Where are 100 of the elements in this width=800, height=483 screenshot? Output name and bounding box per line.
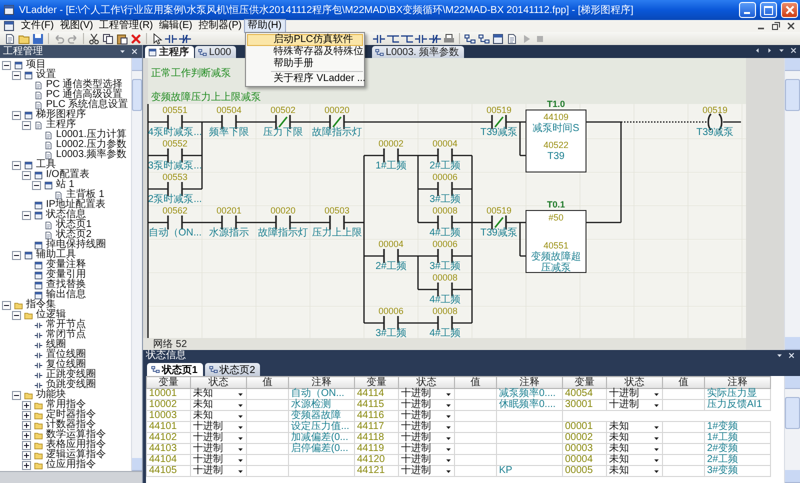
status-dropdown[interactable]: 未知 bbox=[607, 422, 662, 432]
status-dropdown[interactable]: 未知 bbox=[607, 466, 662, 476]
tree-item[interactable]: PC 通信高级设置 bbox=[46, 90, 123, 100]
status-dropdown[interactable]: 未知 bbox=[607, 433, 662, 443]
tree-item[interactable]: 变量引用 bbox=[46, 270, 86, 280]
tree-item[interactable]: 工具 bbox=[36, 160, 56, 170]
tree-item[interactable]: 定时器指令 bbox=[46, 410, 96, 420]
status-dropdown[interactable]: 十进制 bbox=[399, 411, 454, 421]
tree-item[interactable]: 计数器指令 bbox=[46, 420, 96, 430]
close-button[interactable] bbox=[785, 20, 797, 32]
status-dropdown[interactable]: 十进制 bbox=[191, 422, 246, 432]
restore-button[interactable] bbox=[770, 20, 782, 32]
function-block[interactable] bbox=[526, 210, 586, 273]
close-icon[interactable] bbox=[130, 47, 139, 56]
expand-toggle[interactable] bbox=[22, 430, 31, 440]
tree-item[interactable]: 常闭节点 bbox=[46, 330, 86, 340]
status-dropdown[interactable]: 十进制 bbox=[399, 466, 454, 476]
status-dropdown[interactable]: 未知 bbox=[607, 455, 662, 465]
status-dropdown[interactable]: 未知 bbox=[191, 400, 246, 410]
expand-toggle[interactable] bbox=[22, 420, 31, 430]
closed-contact-icon[interactable] bbox=[179, 32, 191, 44]
status-dropdown[interactable]: 十进制 bbox=[399, 455, 454, 465]
status-dropdown[interactable]: 十进制 bbox=[191, 433, 246, 443]
expand-toggle[interactable] bbox=[12, 250, 21, 260]
menu-option[interactable]: 启动PLC仿真软件 bbox=[246, 34, 363, 46]
tree-item[interactable]: 状态信息 bbox=[46, 210, 86, 220]
tree-item[interactable]: 常用指令 bbox=[46, 400, 86, 410]
new-file-icon[interactable] bbox=[4, 32, 16, 44]
tree-item[interactable]: PLC 系统信息设置 bbox=[46, 100, 128, 110]
column-header[interactable]: 注释 bbox=[496, 376, 562, 388]
tree-item[interactable]: L0003.频率参数 bbox=[56, 150, 127, 160]
tree-item[interactable]: IP地址配置表 bbox=[46, 200, 106, 210]
expand-toggle[interactable] bbox=[2, 60, 11, 70]
closed-contact-icon[interactable] bbox=[428, 32, 441, 44]
status-dropdown[interactable]: 十进制 bbox=[399, 400, 454, 410]
save-icon[interactable] bbox=[32, 32, 44, 44]
tree-item[interactable]: 线圈 bbox=[46, 340, 66, 350]
tree-item[interactable]: 梯形图程序 bbox=[36, 110, 86, 120]
tree-item[interactable]: I/O配置表 bbox=[46, 170, 90, 180]
copy-icon[interactable] bbox=[102, 32, 114, 44]
scrollbar[interactable] bbox=[784, 376, 800, 483]
status-tab[interactable]: 状态页2 bbox=[204, 363, 260, 376]
expand-toggle[interactable] bbox=[22, 460, 31, 470]
tree-item[interactable]: 主程序 bbox=[46, 120, 76, 130]
tree-item[interactable]: 功能块 bbox=[36, 390, 66, 400]
branch-icon[interactable] bbox=[400, 32, 413, 44]
tree-item[interactable]: 设置 bbox=[36, 70, 56, 80]
menu-item[interactable]: 文件(F) bbox=[18, 20, 57, 32]
tree-item[interactable]: 数学运算指令 bbox=[46, 430, 106, 440]
expand-toggle[interactable] bbox=[12, 160, 21, 170]
branch-icon[interactable] bbox=[386, 32, 399, 44]
network-icon[interactable] bbox=[464, 32, 476, 44]
status-dropdown[interactable]: 十进制 bbox=[399, 422, 454, 432]
cut-icon[interactable] bbox=[88, 32, 100, 44]
column-header[interactable]: 变量 bbox=[562, 376, 606, 388]
tree-item[interactable]: 站 1 bbox=[56, 180, 74, 190]
network-icon[interactable] bbox=[478, 32, 490, 44]
expand-toggle[interactable] bbox=[22, 210, 31, 220]
tree-item[interactable]: 负跳变线圈 bbox=[46, 380, 96, 390]
document-icon[interactable] bbox=[506, 32, 518, 44]
tree-item[interactable]: 正跳变线圈 bbox=[46, 370, 96, 380]
window-icon[interactable] bbox=[492, 32, 504, 44]
status-dropdown[interactable]: 十进制 bbox=[607, 400, 662, 410]
column-header[interactable]: 变量 bbox=[146, 376, 190, 388]
column-header[interactable]: 值 bbox=[246, 376, 288, 388]
column-header[interactable]: 注释 bbox=[704, 376, 770, 388]
tree-item[interactable]: 位逻辑 bbox=[36, 310, 66, 320]
normally-open-contact[interactable] bbox=[167, 214, 183, 230]
column-header[interactable]: 状态 bbox=[190, 376, 246, 388]
status-dropdown[interactable]: 十进制 bbox=[399, 433, 454, 443]
expand-toggle[interactable] bbox=[22, 440, 31, 450]
contact-icon[interactable] bbox=[414, 32, 427, 44]
menu-option[interactable]: 帮助手册 bbox=[246, 58, 363, 70]
menu-item[interactable]: 编辑(E) bbox=[156, 20, 196, 32]
tree-item[interactable]: 主背板 1 bbox=[66, 190, 104, 200]
tree-item[interactable]: 掉电保持线圈 bbox=[46, 240, 106, 250]
tree-item[interactable]: L0002.压力参数 bbox=[56, 140, 127, 150]
tree-item[interactable]: 常开节点 bbox=[46, 320, 86, 330]
status-dropdown[interactable]: 未知 bbox=[191, 411, 246, 421]
menu-item[interactable]: 控制器(P) bbox=[195, 20, 245, 32]
expand-toggle[interactable] bbox=[12, 310, 21, 320]
expand-toggle[interactable] bbox=[32, 180, 41, 190]
document-tab[interactable]: L0003. 频率参数 bbox=[372, 46, 464, 58]
column-header[interactable]: 变量 bbox=[354, 376, 398, 388]
function-block[interactable] bbox=[526, 110, 586, 172]
status-dropdown[interactable]: 十进制 bbox=[191, 466, 246, 476]
tree-item[interactable]: 辅助工具 bbox=[36, 250, 76, 260]
tree-item[interactable]: 逻辑运算指令 bbox=[46, 450, 106, 460]
tree-item[interactable]: 复位线圈 bbox=[46, 360, 86, 370]
column-header[interactable]: 状态 bbox=[398, 376, 454, 388]
pointer-icon[interactable] bbox=[151, 32, 163, 44]
status-dropdown[interactable]: 十进制 bbox=[399, 389, 454, 399]
expand-toggle[interactable] bbox=[12, 110, 21, 120]
maximize-button[interactable] bbox=[760, 2, 777, 18]
tree-item[interactable]: 置位线圈 bbox=[46, 350, 86, 360]
expand-toggle[interactable] bbox=[22, 410, 31, 420]
close-icon[interactable] bbox=[789, 46, 798, 55]
document-tab[interactable]: L000 bbox=[195, 46, 236, 58]
column-header[interactable]: 值 bbox=[662, 376, 704, 388]
column-header[interactable]: 值 bbox=[454, 376, 496, 388]
